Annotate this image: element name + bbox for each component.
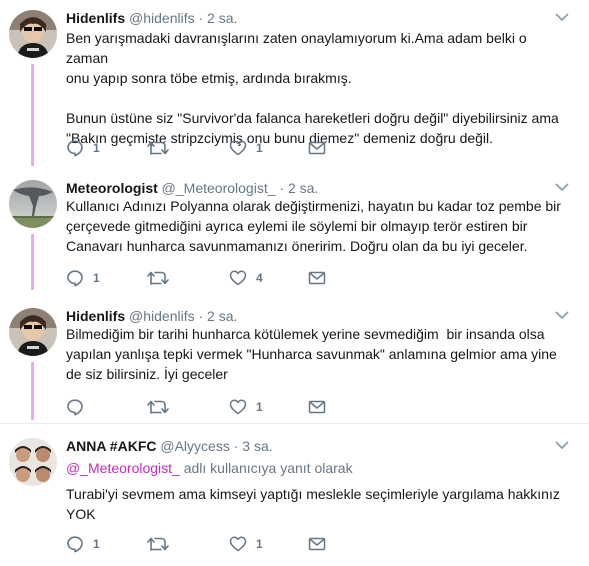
- reply-count: 1: [93, 271, 100, 285]
- timestamp[interactable]: 3 sa.: [242, 438, 272, 454]
- tweet-actions: 1 1: [66, 138, 366, 158]
- heart-icon: [229, 399, 247, 415]
- display-name[interactable]: Meteorologist: [66, 180, 158, 196]
- reply-icon: [67, 536, 83, 553]
- tweet-text: Ben yarışmadaki davranışlarını zaten ona…: [66, 30, 559, 146]
- tweet-actions: 1: [66, 397, 366, 417]
- retweet-icon: [147, 400, 169, 414]
- separator: ·: [233, 438, 239, 454]
- message-button[interactable]: [308, 268, 326, 288]
- retweet-icon: [147, 141, 169, 155]
- like-button[interactable]: 1: [229, 534, 263, 554]
- retweet-button[interactable]: [147, 268, 178, 288]
- envelope-icon: [308, 400, 326, 414]
- like-count: 1: [256, 537, 263, 551]
- reply-icon: [67, 399, 83, 416]
- person-avatar-icon: [9, 10, 57, 58]
- envelope-icon: [308, 141, 326, 155]
- tweet-3[interactable]: Hidenlifs @hidenlifs · 2 sa. Bilmediğim …: [0, 306, 589, 420]
- tweet-header: Hidenlifs @hidenlifs · 2 sa.: [66, 8, 237, 28]
- reply-icon: [67, 140, 83, 157]
- chevron-down-icon[interactable]: [555, 182, 569, 192]
- message-button[interactable]: [308, 534, 326, 554]
- timestamp[interactable]: 2 sa.: [288, 180, 318, 196]
- display-name[interactable]: Hidenlifs: [66, 308, 125, 324]
- tweet-header: Meteorologist @_Meteorologist_ · 2 sa.: [66, 178, 318, 198]
- like-count: 1: [256, 400, 263, 414]
- retweet-icon: [147, 537, 169, 551]
- display-name[interactable]: Hidenlifs: [66, 10, 125, 26]
- tweet-divider: [0, 423, 589, 424]
- tweet-header: Hidenlifs @hidenlifs · 2 sa.: [66, 306, 237, 326]
- message-button[interactable]: [308, 397, 326, 417]
- retweet-button[interactable]: [147, 397, 178, 417]
- user-handle[interactable]: @Alyycess: [160, 438, 229, 454]
- chevron-down-icon[interactable]: [555, 12, 569, 22]
- envelope-icon: [308, 271, 326, 285]
- reply-icon: [67, 270, 83, 287]
- reply-button[interactable]: 1: [66, 138, 100, 158]
- avatar[interactable]: [9, 308, 57, 356]
- thread-line: [31, 362, 34, 420]
- reply-button[interactable]: 1: [66, 268, 100, 288]
- reply-context-label: adlı kullanıcıya yanıt olarak: [179, 460, 353, 476]
- reply-count: 1: [93, 141, 100, 155]
- person-avatar-icon: [9, 308, 57, 356]
- chevron-down-icon[interactable]: [555, 310, 569, 320]
- reply-button[interactable]: [66, 397, 93, 417]
- tweet-header: ANNA #AKFC @Alyycess · 3 sa.: [66, 436, 273, 456]
- tweet-1[interactable]: Hidenlifs @hidenlifs · 2 sa. Ben yarışma…: [0, 8, 589, 166]
- thread-line: [31, 64, 34, 166]
- like-count: 4: [256, 271, 263, 285]
- reply-context: @_Meteorologist_ adlı kullanıcıya yanıt …: [66, 458, 353, 478]
- group-avatar-icon: [9, 438, 57, 486]
- tweet-text: Kullanıcı Adınızı Polyanna olarak değişt…: [66, 198, 561, 254]
- reply-mention-link[interactable]: @_Meteorologist_: [66, 460, 180, 476]
- tweet-4[interactable]: ANNA #AKFC @Alyycess · 3 sa. @_Meteorolo…: [0, 436, 589, 562]
- like-button[interactable]: 4: [229, 268, 263, 288]
- retweet-button[interactable]: [147, 138, 178, 158]
- heart-icon: [229, 536, 247, 552]
- thread-line: [31, 234, 34, 290]
- reply-count: 1: [93, 537, 100, 551]
- avatar[interactable]: [9, 438, 57, 486]
- separator: ·: [279, 180, 285, 196]
- separator: ·: [198, 10, 204, 26]
- tweet-actions: 1 4: [66, 268, 366, 288]
- like-button[interactable]: 1: [229, 138, 263, 158]
- tweet-text: Turabi'yi sevmem ama kimseyi yaptığı mes…: [66, 486, 560, 522]
- message-button[interactable]: [308, 138, 326, 158]
- display-name[interactable]: ANNA #AKFC: [66, 438, 156, 454]
- like-button[interactable]: 1: [229, 397, 263, 417]
- separator: ·: [198, 308, 204, 324]
- tweet-actions: 1 1: [66, 534, 366, 554]
- retweet-button[interactable]: [147, 534, 178, 554]
- user-handle[interactable]: @_Meteorologist_: [162, 180, 276, 196]
- avatar[interactable]: [9, 180, 57, 228]
- like-count: 1: [256, 141, 263, 155]
- tornado-avatar-icon: [9, 180, 57, 228]
- user-handle[interactable]: @hidenlifs: [129, 308, 195, 324]
- user-handle[interactable]: @hidenlifs: [129, 10, 195, 26]
- timestamp[interactable]: 2 sa.: [207, 308, 237, 324]
- reply-button[interactable]: 1: [66, 534, 100, 554]
- chevron-down-icon[interactable]: [555, 440, 569, 450]
- tweet-2[interactable]: Meteorologist @_Meteorologist_ · 2 sa. K…: [0, 178, 589, 290]
- avatar[interactable]: [9, 10, 57, 58]
- envelope-icon: [308, 537, 326, 551]
- timestamp[interactable]: 2 sa.: [207, 10, 237, 26]
- heart-icon: [229, 270, 247, 286]
- heart-icon: [229, 140, 247, 156]
- retweet-icon: [147, 271, 169, 285]
- tweet-text: Bilmediğim bir tarihi hunharca kötülemek…: [66, 326, 557, 382]
